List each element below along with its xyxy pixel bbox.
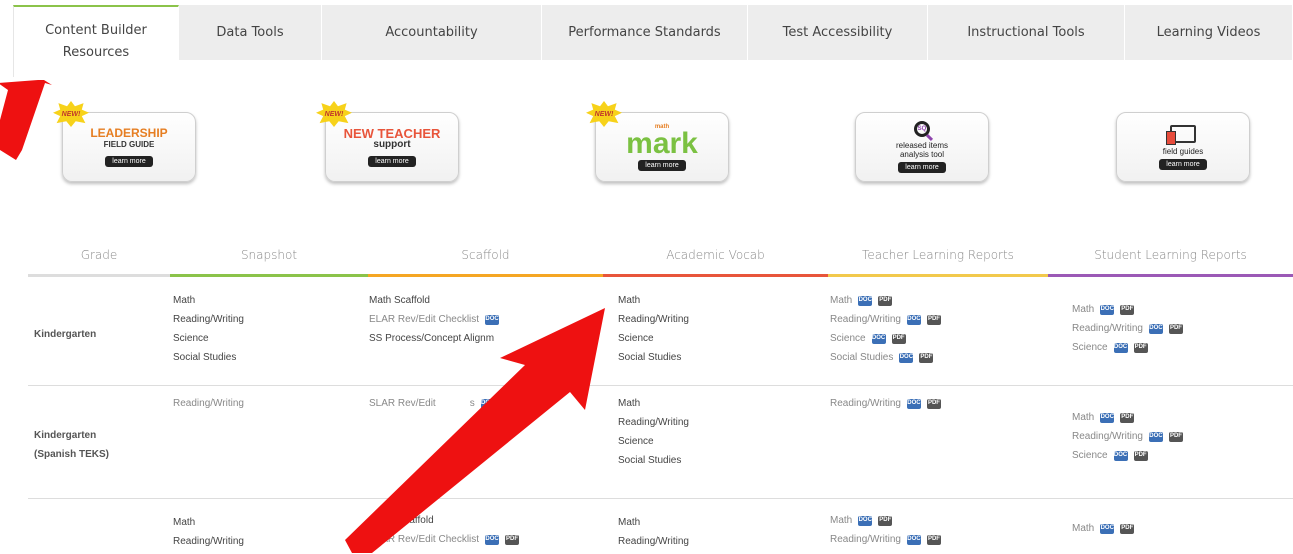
arrow-to-vocab <box>345 308 605 553</box>
arrow-to-tab <box>0 80 52 160</box>
annotation-arrows <box>0 80 605 553</box>
